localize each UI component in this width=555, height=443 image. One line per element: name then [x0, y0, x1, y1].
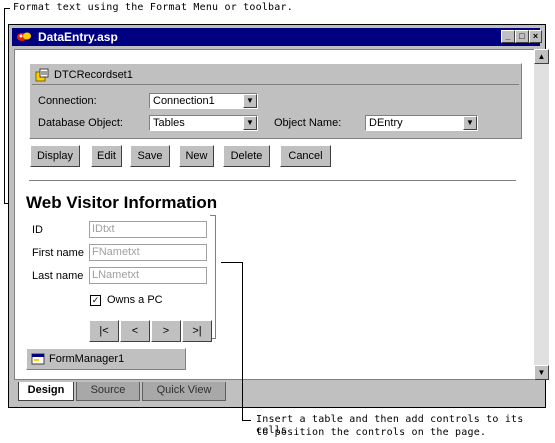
connection-value: Connection1	[153, 95, 215, 107]
last-record-button[interactable]: >|	[182, 320, 212, 342]
owns-pc-label: Owns a PC	[107, 294, 163, 306]
recordset-header: DTCRecordset1	[32, 66, 519, 85]
title-bar: DataEntry.asp _ □ ×	[12, 28, 542, 46]
vertical-scrollbar[interactable]: ▲ ▼	[534, 49, 549, 380]
object-name-value: DEntry	[369, 117, 403, 129]
editor-window: DataEntry.asp _ □ × DTCRecordset1 Connec…	[8, 24, 549, 408]
id-field[interactable]: IDtxt	[89, 221, 207, 238]
horizontal-rule	[29, 180, 516, 181]
scroll-up-button[interactable]: ▲	[534, 49, 549, 64]
tab-quick-view[interactable]: Quick View	[142, 382, 226, 401]
database-object-dropdown[interactable]: Tables ▼	[149, 115, 258, 131]
field-label-last-name: Last name	[32, 270, 84, 282]
design-surface[interactable]: DTCRecordset1 Connection: Connection1 ▼ …	[14, 49, 539, 380]
object-name-dropdown[interactable]: DEntry ▼	[365, 115, 478, 131]
maximize-button[interactable]: □	[515, 30, 529, 43]
recordset-control[interactable]: DTCRecordset1 Connection: Connection1 ▼ …	[29, 63, 522, 139]
delete-button[interactable]: Delete	[223, 145, 270, 167]
last-name-field[interactable]: LNametxt	[89, 267, 207, 284]
callout-bottom-text-2: to position the controls on the page.	[256, 427, 487, 438]
close-icon: ×	[532, 31, 539, 41]
field-label-first-name: First name	[32, 247, 84, 259]
close-button[interactable]: ×	[529, 30, 542, 43]
tab-source[interactable]: Source	[76, 382, 140, 401]
field-label-id: ID	[32, 224, 43, 236]
form-manager-name: FormManager1	[49, 353, 125, 365]
callout-tick-table	[221, 262, 243, 263]
minimize-icon: _	[505, 31, 511, 41]
new-button[interactable]: New	[179, 145, 214, 167]
callout-leader-top	[4, 8, 5, 204]
database-object-label: Database Object:	[38, 117, 123, 129]
callout-top-text: Format text using the Format Menu or too…	[13, 2, 293, 13]
callout-tick-top	[4, 8, 10, 9]
object-name-label: Object Name:	[274, 117, 342, 129]
previous-record-button[interactable]: <	[120, 320, 150, 342]
recordset-name: DTCRecordset1	[54, 69, 133, 81]
asp-file-icon	[16, 30, 32, 43]
next-record-button[interactable]: >	[151, 320, 181, 342]
connection-label: Connection:	[38, 95, 97, 107]
chevron-down-icon[interactable]: ▼	[243, 116, 257, 130]
record-navigation: |< < > >|	[89, 320, 215, 342]
form-heading[interactable]: Web Visitor Information	[26, 193, 217, 213]
save-button[interactable]: Save	[130, 145, 170, 167]
chevron-down-icon[interactable]: ▼	[463, 116, 477, 130]
edit-button[interactable]: Edit	[91, 145, 122, 167]
tab-design[interactable]: Design	[18, 382, 74, 401]
cancel-button[interactable]: Cancel	[280, 145, 331, 167]
form-manager-icon	[31, 352, 45, 366]
chevron-down-icon[interactable]: ▼	[243, 94, 257, 108]
window-title: DataEntry.asp	[38, 30, 118, 44]
callout-tick-bottom	[242, 420, 251, 421]
form-manager-control[interactable]: FormManager1	[26, 348, 186, 370]
recordset-icon	[35, 68, 49, 82]
scroll-down-button[interactable]: ▼	[534, 365, 549, 380]
database-object-value: Tables	[153, 117, 185, 129]
first-record-button[interactable]: |<	[89, 320, 119, 342]
display-button[interactable]: Display	[30, 145, 80, 167]
arrow-down-icon: ▼	[537, 368, 546, 377]
owns-pc-checkbox[interactable]: ✓	[90, 295, 101, 306]
minimize-button[interactable]: _	[501, 30, 515, 43]
view-tabs: Design Source Quick View	[14, 382, 534, 402]
callout-leader-bottom	[242, 262, 243, 420]
maximize-icon: □	[519, 31, 525, 41]
connection-dropdown[interactable]: Connection1 ▼	[149, 93, 258, 109]
arrow-up-icon: ▲	[537, 52, 546, 61]
first-name-field[interactable]: FNametxt	[89, 244, 207, 261]
